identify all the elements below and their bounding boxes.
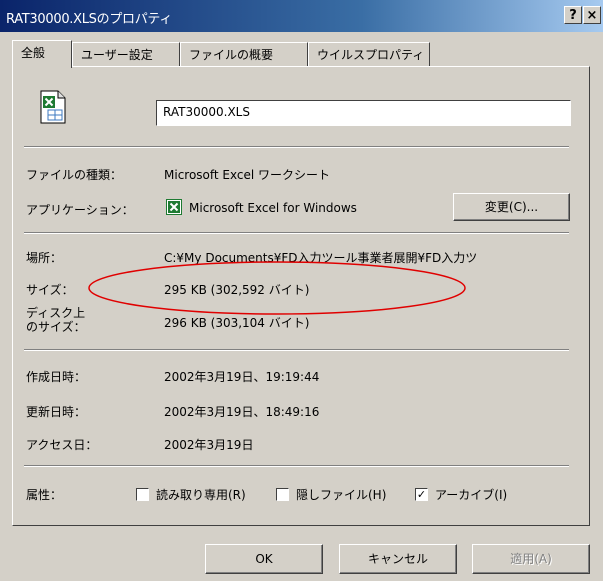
separator — [24, 465, 569, 467]
change-button-label: 変更(C)... — [484, 200, 539, 214]
highlight-ellipse — [88, 261, 466, 315]
separator — [24, 232, 569, 234]
change-button[interactable]: 変更(C)... — [453, 193, 570, 221]
tab-file-summary[interactable]: ファイルの概要 — [180, 42, 308, 66]
application-label: アプリケーション： — [26, 203, 134, 217]
accessed-label: アクセス日： — [26, 438, 98, 452]
help-button[interactable]: ? — [564, 6, 582, 24]
excel-app-icon — [166, 199, 182, 215]
ok-button[interactable]: OK — [205, 544, 323, 574]
application-value: Microsoft Excel for Windows — [189, 201, 357, 215]
readonly-checkbox-label[interactable]: 読み取り専用(R) — [156, 486, 246, 503]
tab-general[interactable]: 全般 — [12, 40, 72, 68]
accessed-value: 2002年3月19日 — [164, 438, 254, 452]
hidden-checkbox-label[interactable]: 隠しファイル(H) — [296, 486, 386, 503]
created-value: 2002年3月19日、19:19:44 — [164, 370, 320, 384]
apply-button[interactable]: 適用(A) — [472, 544, 590, 574]
cancel-button[interactable]: キャンセル — [339, 544, 457, 574]
separator — [24, 146, 569, 148]
file-type-value: Microsoft Excel ワークシート — [164, 168, 331, 182]
apply-button-label: 適用(A) — [510, 552, 552, 566]
size-label: サイズ： — [26, 283, 74, 297]
size-on-disk-label-line2: のサイズ： — [26, 320, 86, 334]
hidden-checkbox[interactable] — [276, 488, 289, 501]
properties-dialog: RAT30000.XLSのプロパティ ? × 全般 ユーザー設定 ファイルの概要… — [0, 0, 603, 581]
excel-file-icon — [40, 90, 66, 124]
archive-checkbox-label[interactable]: アーカイブ(I) — [435, 486, 507, 503]
file-type-label: ファイルの種類： — [26, 168, 123, 182]
title-bar[interactable]: RAT30000.XLSのプロパティ ? × — [0, 0, 603, 32]
tab-virus-properties[interactable]: ウイルスプロパティ — [308, 42, 430, 66]
tab-user-settings[interactable]: ユーザー設定 — [72, 42, 180, 66]
created-label: 作成日時： — [26, 370, 87, 384]
size-on-disk-label: ディスク上 のサイズ： — [26, 306, 86, 334]
filename-field[interactable]: RAT30000.XLS — [156, 100, 571, 126]
location-label: 場所： — [26, 251, 63, 265]
window-title: RAT30000.XLSのプロパティ — [6, 12, 173, 27]
cancel-button-label: キャンセル — [367, 552, 428, 566]
separator — [24, 349, 569, 351]
modified-label: 更新日時： — [26, 405, 87, 419]
close-button[interactable]: × — [583, 6, 601, 24]
attributes-label: 属性： — [26, 488, 63, 502]
modified-value: 2002年3月19日、18:49:16 — [164, 405, 320, 419]
ok-button-label: OK — [255, 552, 273, 566]
readonly-checkbox[interactable] — [136, 488, 149, 501]
archive-checkbox[interactable]: ✓ — [415, 488, 428, 501]
size-on-disk-label-line1: ディスク上 — [26, 306, 86, 320]
